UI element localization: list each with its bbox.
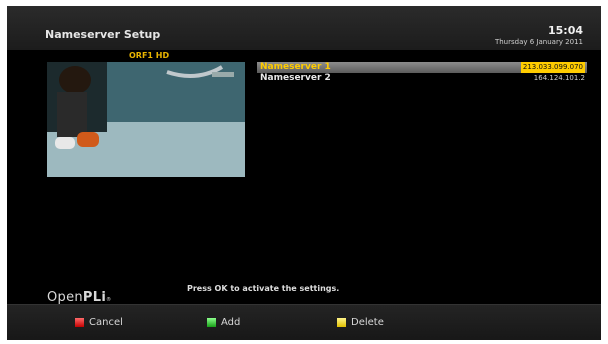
yellow-key-icon [337, 317, 346, 327]
clock-date: Thursday 6 January 2011 [494, 38, 583, 46]
header-bar: Nameserver Setup 15:04 Thursday 6 Januar… [7, 6, 601, 50]
nameserver-label: Nameserver 1 [260, 62, 331, 72]
red-key-icon [75, 317, 84, 327]
nameserver-value[interactable]: 213.033.099.070 [520, 62, 585, 73]
delete-button[interactable]: Delete [337, 315, 384, 329]
cancel-button[interactable]: Cancel [75, 315, 123, 329]
list-item[interactable]: Nameserver 2 164.124.101.2 [257, 73, 587, 84]
tv-screen: Nameserver Setup 15:04 Thursday 6 Januar… [7, 6, 601, 340]
page-title: Nameserver Setup [45, 28, 161, 41]
footer-bar: Cancel Add Delete [7, 304, 601, 340]
video-preview [47, 62, 245, 177]
add-label: Add [221, 316, 241, 328]
nameserver-value[interactable]: 164.124.101.2 [534, 73, 585, 84]
hint-text: Press OK to activate the settings. [187, 284, 340, 293]
openpli-logo: OpenPLi® [47, 290, 112, 305]
preview-image [47, 62, 245, 177]
clock-time: 15:04 [547, 24, 583, 37]
green-key-icon [207, 317, 216, 327]
nameserver-list[interactable]: Nameserver 1 213.033.099.070 Nameserver … [257, 62, 587, 84]
cancel-label: Cancel [89, 316, 123, 328]
channel-name: ORF1 HD [129, 51, 170, 60]
delete-label: Delete [351, 316, 384, 328]
add-button[interactable]: Add [207, 315, 240, 329]
nameserver-label: Nameserver 2 [260, 73, 331, 83]
list-item[interactable]: Nameserver 1 213.033.099.070 [257, 62, 587, 73]
